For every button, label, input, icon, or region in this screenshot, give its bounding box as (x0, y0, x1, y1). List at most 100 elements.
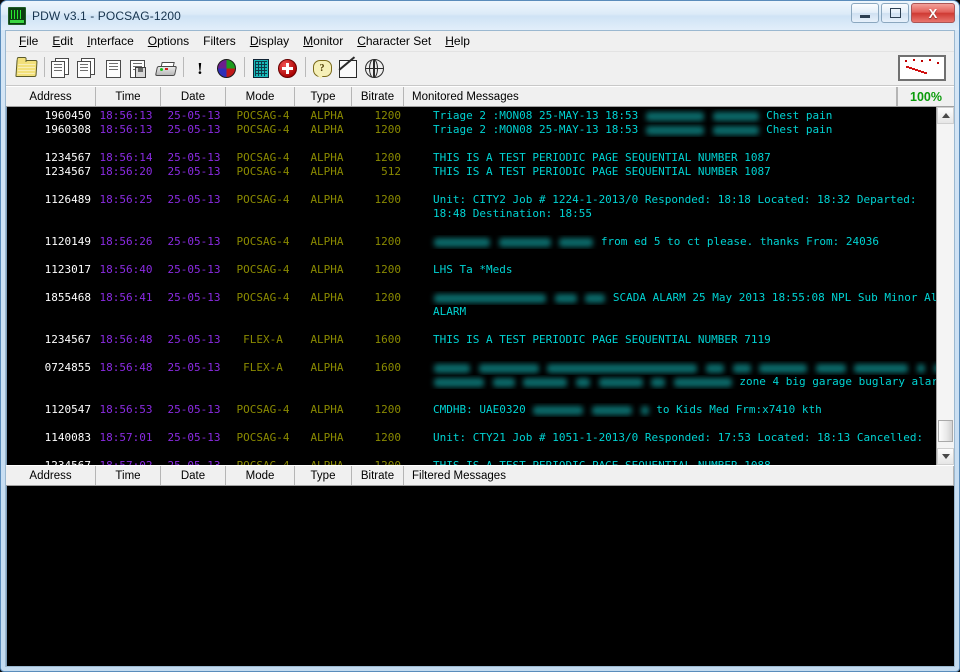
message-text: CMDHB: UAE0320 to Kids Med Frm:x7410 kth (401, 403, 936, 417)
menu-bar: File Edit Interface Options Filters Disp… (6, 31, 954, 52)
monitored-message-list[interactable]: 196045018:56:1325-05-13POCSAG-4ALPHA1200… (7, 107, 936, 465)
menu-help[interactable]: Help (438, 32, 477, 50)
table-row-continuation[interactable]: ALARM (7, 305, 936, 319)
table-row[interactable]: 112648918:56:2525-05-13POCSAG-4ALPHA1200… (7, 193, 936, 207)
filtered-column-header-address[interactable]: Address (6, 466, 96, 485)
column-header-time[interactable]: Time (96, 87, 161, 106)
table-row-continuation[interactable]: 18:48 Destination: 18:55 (7, 207, 936, 221)
message-text: 18:48 Destination: 18:55 (401, 207, 936, 221)
row-spacer (7, 137, 936, 151)
filtered-column-header-bitrate[interactable]: Bitrate (352, 466, 404, 485)
cell-time: 18:56:25 (91, 193, 161, 207)
menu-display[interactable]: Display (243, 32, 296, 50)
menu-edit[interactable]: Edit (45, 32, 80, 50)
save-document-button[interactable] (127, 57, 151, 81)
filtered-messages-label: Filtered Messages (404, 466, 954, 485)
spectrum-button[interactable] (249, 57, 273, 81)
column-header-type[interactable]: Type (295, 87, 352, 106)
column-header-date[interactable]: Date (161, 87, 226, 106)
menu-options[interactable]: Options (141, 32, 196, 50)
title-bar: PDW v3.1 - POCSAG-1200 X (1, 1, 959, 30)
menu-character-set[interactable]: Character Set (350, 32, 438, 50)
filtered-column-header-type[interactable]: Type (295, 466, 352, 485)
cell-bitrate: 1200 (355, 193, 401, 207)
row-spacer (7, 179, 936, 193)
window-title: PDW v3.1 - POCSAG-1200 (32, 9, 181, 23)
table-row[interactable]: 123456718:56:4825-05-13FLEX-AALPHA1600TH… (7, 333, 936, 347)
cell-bitrate: 1200 (355, 235, 401, 249)
globe-button[interactable] (362, 57, 386, 81)
cell-address: 1855468 (7, 291, 91, 305)
cell-address: 1120547 (7, 403, 91, 417)
row-spacer (7, 221, 936, 235)
column-header-mode[interactable]: Mode (226, 87, 295, 106)
filtered-column-header-time[interactable]: Time (96, 466, 161, 485)
table-row[interactable]: 123456718:56:2025-05-13POCSAG-4ALPHA512T… (7, 165, 936, 179)
copy-button[interactable] (49, 57, 73, 81)
cell-type: ALPHA (299, 431, 355, 445)
close-button[interactable]: X (911, 3, 955, 23)
copy-all-button[interactable] (75, 57, 99, 81)
table-row[interactable]: 114008318:57:0125-05-13POCSAG-4ALPHA1200… (7, 431, 936, 445)
scrollbar-track[interactable] (937, 124, 954, 448)
table-row[interactable]: 123456718:56:1425-05-13POCSAG-4ALPHA1200… (7, 151, 936, 165)
menu-filters[interactable]: Filters (196, 32, 243, 50)
cell-mode: POCSAG-4 (227, 431, 299, 445)
about-button[interactable]: ? (310, 57, 334, 81)
scroll-up-button[interactable] (937, 107, 954, 124)
row-spacer (7, 417, 936, 431)
menu-interface[interactable]: Interface (80, 32, 141, 50)
signal-graph-button[interactable] (336, 57, 360, 81)
column-header-address[interactable]: Address (6, 87, 96, 106)
cell-time: 18:56:13 (91, 109, 161, 123)
scrollbar-thumb[interactable] (938, 420, 953, 442)
table-row[interactable]: 185546818:56:4125-05-13POCSAG-4ALPHA1200… (7, 291, 936, 305)
table-row[interactable]: 112014918:56:2625-05-13POCSAG-4ALPHA1200… (7, 235, 936, 249)
row-spacer (7, 277, 936, 291)
table-row[interactable]: 072485518:56:4825-05-13FLEX-AALPHA1600 (7, 361, 936, 375)
toolbar: ! ? (6, 52, 954, 86)
filtered-message-list[interactable] (6, 486, 954, 666)
table-row[interactable]: 196030818:56:1325-05-13POCSAG-4ALPHA1200… (7, 123, 936, 137)
new-document-button[interactable] (101, 57, 125, 81)
cell-time: 18:56:14 (91, 151, 161, 165)
menu-monitor[interactable]: Monitor (296, 32, 350, 50)
row-spacer (7, 249, 936, 263)
table-row[interactable]: 196045018:56:1325-05-13POCSAG-4ALPHA1200… (7, 109, 936, 123)
monitored-scrollbar[interactable] (936, 107, 954, 465)
pie-chart-button[interactable] (214, 57, 238, 81)
cell-bitrate: 1200 (355, 263, 401, 277)
minimize-button[interactable] (851, 3, 879, 23)
monitored-column-header: Address Time Date Mode Type Bitrate Moni… (6, 86, 954, 107)
redacted-text (816, 364, 846, 373)
message-text: Unit: CITY2 Job # 1224-1-2013/0 Responde… (401, 193, 936, 207)
cell-bitrate: 1200 (355, 291, 401, 305)
filtered-column-header-date[interactable]: Date (161, 466, 226, 485)
column-header-bitrate[interactable]: Bitrate (352, 87, 404, 106)
cell-time: 18:56:53 (91, 403, 161, 417)
message-text: from ed 5 to ct please. thanks From: 240… (401, 235, 936, 249)
table-row[interactable]: 123456718:57:0225-05-13POCSAG-4ALPHA1200… (7, 459, 936, 465)
signal-scope-display[interactable] (898, 55, 946, 81)
cell-time: 18:56:13 (91, 123, 161, 137)
cell-address: 1960450 (7, 109, 91, 123)
menu-file[interactable]: File (12, 32, 45, 50)
redacted-text (479, 364, 539, 373)
filtered-column-header-mode[interactable]: Mode (226, 466, 295, 485)
open-folder-button[interactable] (14, 57, 38, 81)
cell-type: ALPHA (299, 235, 355, 249)
continuation-indent (7, 305, 401, 319)
alert-button[interactable]: ! (188, 57, 212, 81)
minimize-icon (860, 15, 870, 18)
table-row[interactable]: 112054718:56:5325-05-13POCSAG-4ALPHA1200… (7, 403, 936, 417)
table-row[interactable]: 112301718:56:4025-05-13POCSAG-4ALPHA1200… (7, 263, 936, 277)
copy-all-icon (77, 60, 97, 78)
redacted-text (646, 126, 704, 135)
redacted-text (713, 112, 759, 121)
row-spacer (7, 389, 936, 403)
table-row-continuation[interactable]: zone 4 big garage buglary alarm (7, 375, 936, 389)
maximize-button[interactable] (881, 3, 909, 23)
stop-record-button[interactable] (275, 57, 299, 81)
scroll-down-button[interactable] (937, 448, 954, 465)
print-button[interactable] (153, 57, 177, 81)
